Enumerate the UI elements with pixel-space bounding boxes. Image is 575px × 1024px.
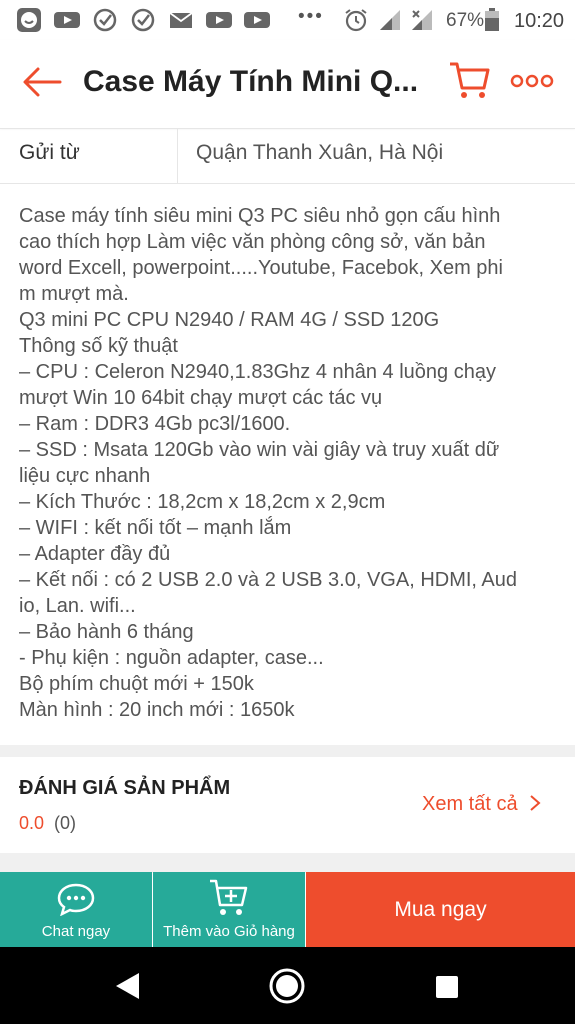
status-bar: ••• 67% 10:20 — [0, 0, 575, 40]
description-line: – Kích Thước : 18,2cm x 18,2cm x 2,9cm — [19, 491, 386, 513]
description-line: io, Lan. wifi... — [19, 595, 136, 617]
buy-now-button[interactable]: Mua ngay — [306, 872, 575, 947]
description-line: Màn hình : 20 inch mới : 1650k — [19, 699, 295, 721]
buy-now-label: Mua ngay — [394, 898, 487, 921]
page-title: Case Máy Tính Mini Q... — [83, 65, 419, 98]
add-to-cart-icon — [210, 879, 248, 915]
chat-icon — [57, 883, 95, 916]
rating-title: ĐÁNH GIÁ SẢN PHẨM — [19, 777, 231, 799]
battery-icon — [485, 8, 499, 31]
description-line: – Kết nối : có 2 USB 2.0 và 2 USB 3.0, V… — [19, 569, 518, 591]
chat-label: Chat ngay — [41, 923, 111, 940]
chevron-right-icon — [530, 795, 541, 811]
smiley-app-icon — [17, 8, 41, 32]
more-options-icon[interactable] — [510, 74, 554, 88]
description-line: Case máy tính siêu mini Q3 PC siêu nhỏ g… — [19, 205, 501, 227]
system-nav-bar — [0, 947, 575, 1024]
check-circle-icon — [131, 8, 155, 32]
cart-icon[interactable] — [448, 60, 490, 100]
ship-from-value: Quận Thanh Xuân, Hà Nội — [196, 141, 444, 164]
product-description: Case máy tính siêu mini Q3 PC siêu nhỏ g… — [19, 203, 559, 723]
youtube-icon — [206, 12, 232, 28]
description-line: – SSD : Msata 120Gb vào win vài giây và … — [19, 439, 500, 461]
rating-count: (0) — [54, 813, 76, 833]
divider — [0, 128, 575, 129]
bottom-action-bar: Chat ngay Thêm vào Giỏ hàng Mua ngay — [0, 872, 575, 947]
back-arrow-icon[interactable] — [22, 66, 62, 98]
add-to-cart-label: Thêm vào Giỏ hàng — [163, 923, 295, 940]
ship-from-label: Gửi từ — [19, 141, 80, 164]
alarm-icon — [345, 9, 367, 32]
chat-button[interactable]: Chat ngay — [0, 872, 152, 947]
youtube-icon — [54, 12, 80, 28]
description-line: liệu cực nhanh — [19, 465, 151, 487]
divider — [177, 128, 178, 183]
app-bar: Case Máy Tính Mini Q... — [0, 40, 575, 128]
description-line: – WIFI : kết nối tốt – mạnh lắm — [19, 517, 292, 539]
description-line: cao thích hợp Làm việc văn phòng công sở… — [19, 231, 486, 253]
add-to-cart-button[interactable]: Thêm vào Giỏ hàng — [153, 872, 305, 947]
divider — [0, 183, 575, 184]
see-all-link[interactable]: Xem tất cả — [422, 793, 541, 816]
description-line: – CPU : Celeron N2940,1.83Ghz 4 nhân 4 l… — [19, 361, 496, 383]
description-line: Bộ phím chuột mới + 150k — [19, 673, 254, 695]
recents-square-icon[interactable] — [434, 974, 460, 1000]
signal-icon — [380, 10, 400, 30]
clock: 10:20 — [514, 10, 565, 32]
description-line: mượt Win 10 64bit chạy mượt các tác vụ — [19, 387, 383, 409]
description-line: Q3 mini PC CPU N2940 / RAM 4G / SSD 120G — [19, 309, 440, 331]
description-line: – Bảo hành 6 tháng — [19, 621, 194, 643]
description-line: word Excell, powerpoint.....Youtube, Fac… — [19, 257, 503, 279]
description-line: m mượt mà. — [19, 283, 129, 305]
mail-icon — [169, 12, 193, 28]
description-line: - Phụ kiện : nguồn adapter, case... — [19, 647, 324, 669]
rating-score: 0.0 — [19, 813, 45, 833]
section-gap — [0, 853, 575, 873]
home-circle-icon[interactable] — [268, 967, 306, 1005]
description-line: – Ram : DDR3 4Gb pc3l/1600. — [19, 413, 291, 435]
signal-x-icon — [412, 10, 432, 30]
description-line: – Adapter đầy đủ — [19, 543, 171, 565]
see-all-label: Xem tất cả — [422, 793, 518, 815]
youtube-icon — [244, 12, 270, 28]
back-triangle-icon[interactable] — [113, 971, 143, 1001]
description-line: Thông số kỹ thuật — [19, 335, 178, 357]
section-gap — [0, 745, 575, 757]
check-circle-icon — [93, 8, 117, 32]
more-notifications-indicator: ••• — [298, 6, 324, 27]
battery-percent: 67% — [446, 10, 485, 31]
